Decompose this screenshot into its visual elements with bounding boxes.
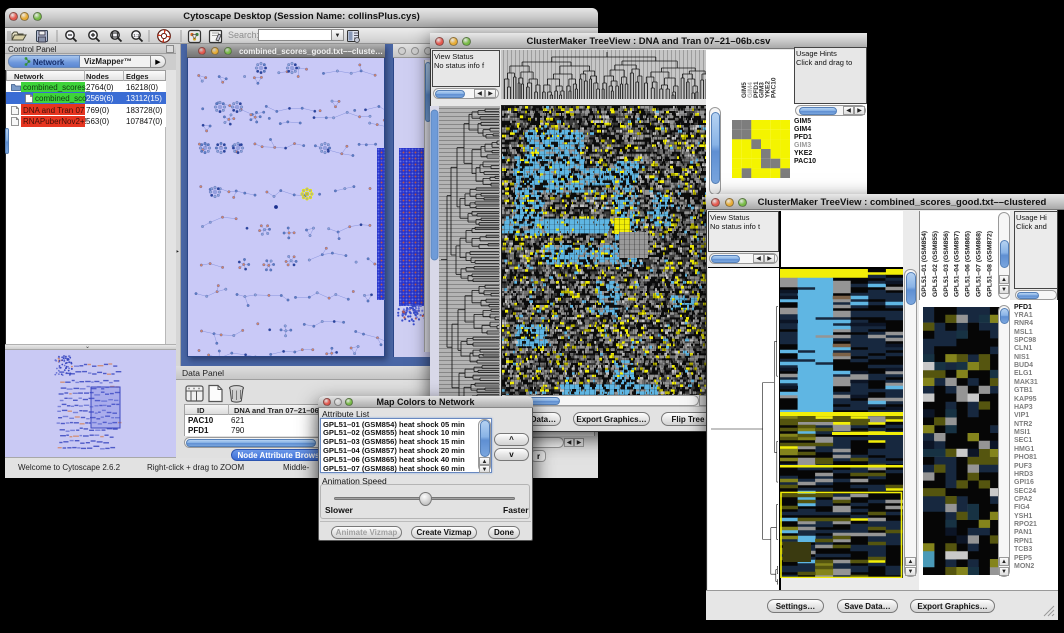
svg-text:1:1: 1:1 xyxy=(133,33,140,38)
svg-text:GPL51–07 (GSM868): GPL51–07 (GSM868) xyxy=(976,231,983,297)
svg-text:GPL51–01 (GSM854): GPL51–01 (GSM854) xyxy=(921,231,928,297)
svg-text:GPL51–03 (GSM856): GPL51–03 (GSM856) xyxy=(943,231,950,297)
svg-text:GPL51–04 (GSM857): GPL51–04 (GSM857) xyxy=(954,231,961,297)
svg-text:GPL51–06 (GSM865): GPL51–06 (GSM865) xyxy=(965,231,972,297)
svg-text:GPL51–08 (GSM872): GPL51–08 (GSM872) xyxy=(986,231,993,297)
svg-text:GPL51–02 (GSM855): GPL51–02 (GSM855) xyxy=(932,231,939,297)
svg-text:PAC10: PAC10 xyxy=(771,77,778,98)
